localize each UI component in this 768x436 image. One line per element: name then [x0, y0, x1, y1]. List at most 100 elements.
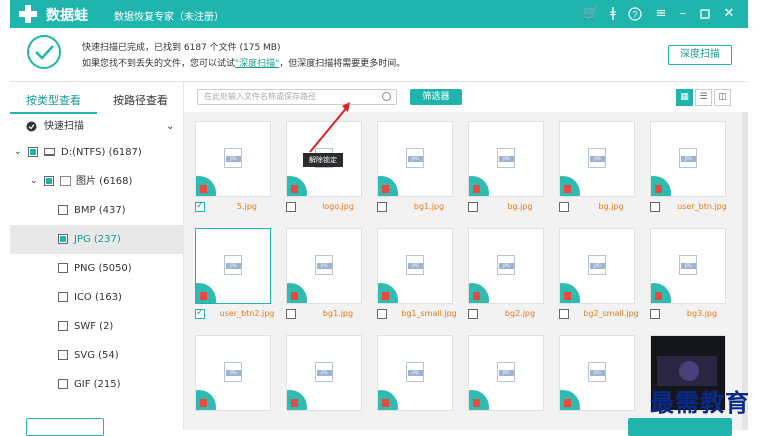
menu-icon[interactable]: ≡ [652, 4, 670, 24]
quick-scan-row[interactable]: 快速扫描 ⌄ [10, 112, 184, 141]
grid-view-icon[interactable]: ▦ [676, 89, 693, 106]
unlock-tooltip: 解除锁定 [303, 153, 343, 167]
trash-icon [200, 185, 207, 193]
type-row-jpg[interactable]: JPG (237) [10, 225, 184, 254]
file-checkbox[interactable] [195, 306, 205, 320]
file-name-row[interactable]: user_btn.jpg [650, 200, 738, 214]
file-thumbnail[interactable] [468, 335, 544, 411]
file-thumbnail[interactable] [195, 228, 271, 304]
app-name: 数据蛙 [46, 8, 88, 24]
file-checkbox[interactable] [195, 199, 205, 213]
type-row-svg[interactable]: SVG (54) [10, 341, 184, 370]
maximize-icon[interactable] [696, 4, 714, 24]
expand-chevron-icon[interactable]: ⌄ [14, 138, 22, 167]
type-checkbox[interactable] [58, 263, 68, 273]
minimize-icon[interactable]: – [674, 4, 692, 24]
deep-scan-link[interactable]: "深度扫描" [235, 59, 279, 69]
file-name-row[interactable]: bg.jpg [468, 200, 556, 214]
file-name-row[interactable]: bg1.jpg [286, 307, 374, 321]
file-checkbox[interactable] [650, 202, 660, 212]
trash-icon [382, 185, 389, 193]
file-thumbnail[interactable] [650, 121, 726, 197]
expand-chevron-icon[interactable]: ⌄ [30, 167, 38, 196]
file-thumbnail[interactable] [559, 335, 635, 411]
drive-row[interactable]: ⌄ D:(NTFS) (6187) [10, 138, 184, 167]
file-thumbnail[interactable] [377, 228, 453, 304]
file-name-row[interactable]: user_btn2.jpg [195, 306, 283, 321]
file-name: 5.jpg [236, 202, 257, 211]
jpg-file-icon [406, 362, 424, 382]
file-checkbox[interactable] [559, 202, 569, 212]
type-checkbox[interactable] [58, 321, 68, 331]
file-name-row[interactable]: bg2_small.jpg [559, 307, 647, 321]
jpg-file-icon [315, 255, 333, 275]
file-thumbnail[interactable] [195, 335, 271, 411]
file-name-row[interactable]: bg.jpg [559, 200, 647, 214]
file-name: bg2_small.jpg [583, 309, 639, 318]
drive-checkbox[interactable] [28, 147, 38, 157]
file-thumbnail[interactable] [286, 335, 362, 411]
file-name-row[interactable]: bg1_small.jpg [377, 307, 465, 321]
jpg-file-icon [406, 148, 424, 168]
type-checkbox[interactable] [58, 234, 68, 244]
file-name-row[interactable]: bg2.jpg [468, 307, 556, 321]
file-thumbnail[interactable] [377, 335, 453, 411]
type-row-swf[interactable]: SWF (2) [10, 312, 184, 341]
detail-view-icon[interactable]: ◫ [714, 89, 731, 106]
file-checkbox[interactable] [559, 309, 569, 319]
file-name: user_btn.jpg [677, 202, 727, 211]
file-checkbox[interactable] [468, 202, 478, 212]
recover-button[interactable] [628, 418, 732, 436]
pictures-row[interactable]: ⌄ 图片 (6168) [10, 167, 184, 196]
close-icon[interactable]: ✕ [720, 4, 738, 24]
file-thumbnail[interactable] [468, 121, 544, 197]
type-row-gif[interactable]: GIF (215) [10, 370, 184, 399]
help-icon[interactable]: ? [626, 4, 644, 24]
search-input[interactable]: 在此处输入文件名称或保存路径 [197, 89, 397, 105]
list-view-icon[interactable]: ☰ [695, 89, 712, 106]
trash-icon [291, 399, 298, 407]
file-thumbnail[interactable] [195, 121, 271, 197]
jpg-file-icon [679, 255, 697, 275]
file-checkbox[interactable] [286, 202, 296, 212]
chevron-down-icon[interactable]: ⌄ [166, 112, 174, 141]
tab-by-type[interactable]: 按类型查看 [10, 92, 97, 114]
trash-icon [473, 399, 480, 407]
file-name: user_btn2.jpg [219, 309, 275, 318]
file-checkbox[interactable] [650, 309, 660, 319]
file-name-row[interactable]: bg3.jpg [650, 307, 738, 321]
file-thumbnail[interactable] [650, 228, 726, 304]
file-checkbox[interactable] [377, 202, 387, 212]
file-name-row[interactable]: 5.jpg [195, 199, 283, 214]
key-icon[interactable]: ǂ [604, 4, 622, 24]
type-checkbox[interactable] [58, 379, 68, 389]
type-row-png[interactable]: PNG (5050) [10, 254, 184, 283]
file-thumbnail[interactable] [286, 228, 362, 304]
file-name-row[interactable]: logo.jpg [286, 200, 374, 214]
file-checkbox[interactable] [468, 309, 478, 319]
pictures-checkbox[interactable] [44, 176, 54, 186]
deep-scan-button[interactable]: 深度扫描 [668, 45, 732, 65]
cart-icon[interactable]: 🛒 [582, 4, 600, 24]
tab-by-path[interactable]: 按路径查看 [97, 92, 184, 114]
file-checkbox[interactable] [286, 309, 296, 319]
back-button[interactable] [26, 418, 104, 436]
file-thumbnail[interactable] [559, 228, 635, 304]
type-row-ico[interactable]: ICO (163) [10, 283, 184, 312]
type-label: PNG (5050) [74, 263, 132, 274]
jpg-file-icon [588, 255, 606, 275]
jpg-file-icon [497, 362, 515, 382]
filter-button[interactable]: 筛选器 [410, 89, 462, 105]
type-row-bmp[interactable]: BMP (437) [10, 196, 184, 225]
file-thumbnail[interactable] [468, 228, 544, 304]
file-name-row[interactable]: bg1.jpg [377, 200, 465, 214]
type-checkbox[interactable] [58, 292, 68, 302]
type-checkbox[interactable] [58, 205, 68, 215]
pictures-label: 图片 (6168) [76, 176, 133, 187]
file-checkbox[interactable] [377, 309, 387, 319]
file-thumbnail[interactable] [377, 121, 453, 197]
file-thumbnail[interactable] [559, 121, 635, 197]
search-icon[interactable] [382, 92, 391, 101]
type-checkbox[interactable] [58, 350, 68, 360]
trash-icon [382, 399, 389, 407]
